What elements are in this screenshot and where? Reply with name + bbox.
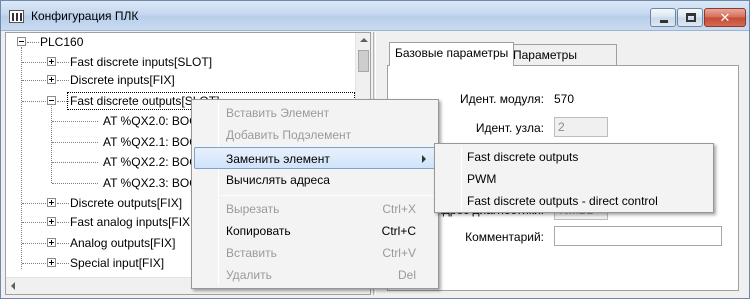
submenu-arrow-icon xyxy=(422,155,426,163)
menu-paste[interactable]: Вставить Ctrl+V xyxy=(194,242,436,264)
app-icon xyxy=(9,10,24,23)
collapse-icon[interactable] xyxy=(47,96,56,105)
expand-icon[interactable] xyxy=(47,198,56,207)
scroll-left-icon[interactable] xyxy=(11,282,15,290)
tree-root[interactable]: PLC160 xyxy=(6,33,346,51)
minimize-icon xyxy=(660,20,668,23)
tab-base-params[interactable]: Базовые параметры xyxy=(389,42,515,66)
maximize-icon xyxy=(686,13,696,22)
maximize-button[interactable] xyxy=(677,8,703,27)
menu-replace-element[interactable]: Заменить элемент xyxy=(194,147,436,169)
node-id-field[interactable]: 2 xyxy=(554,117,608,137)
scroll-up-icon[interactable] xyxy=(360,38,368,42)
menu-calc-addresses[interactable]: Вычислять адреса xyxy=(194,169,436,191)
close-button[interactable]: ✕ xyxy=(704,8,746,27)
title-bar[interactable]: Конфигурация ПЛК ✕ xyxy=(1,1,749,31)
replace-submenu: Fast discrete outputs PWM Fast discrete … xyxy=(434,143,714,213)
menu-insert-element[interactable]: Вставить Элемент xyxy=(194,102,436,124)
expand-icon[interactable] xyxy=(47,217,56,226)
minimize-button[interactable] xyxy=(650,8,676,27)
scroll-thumb[interactable] xyxy=(358,50,369,72)
context-menu: Вставить Элемент Добавить Подэлемент Зам… xyxy=(191,99,439,289)
submenu-fast-discrete-direct[interactable]: Fast discrete outputs - direct control xyxy=(467,190,658,212)
comment-field[interactable] xyxy=(554,226,722,246)
tree-item-fast-discrete-inputs[interactable]: Fast discrete inputs[SLOT] xyxy=(6,53,346,71)
collapse-icon[interactable] xyxy=(17,37,26,46)
menu-copy[interactable]: Копировать Ctrl+C xyxy=(194,220,436,242)
close-icon: ✕ xyxy=(719,10,731,25)
expand-icon[interactable] xyxy=(47,238,56,247)
expand-icon[interactable] xyxy=(47,258,56,267)
tab-module-params[interactable]: Параметры модуля xyxy=(507,44,617,82)
submenu-pwm[interactable]: PWM xyxy=(467,168,496,190)
menu-add-subelement[interactable]: Добавить Подэлемент xyxy=(194,124,436,146)
expand-icon[interactable] xyxy=(47,57,56,66)
menu-delete[interactable]: Удалить Del xyxy=(194,264,436,286)
tree-root-label: PLC160 xyxy=(40,35,84,49)
menu-cut[interactable]: Вырезать Ctrl+X xyxy=(194,198,436,220)
expand-icon[interactable] xyxy=(47,75,56,84)
module-id-value: 570 xyxy=(554,92,575,106)
tree-item-discrete-inputs[interactable]: Discrete inputs[FIX] xyxy=(6,71,346,89)
menu-separator xyxy=(221,195,434,196)
submenu-fast-discrete-outputs[interactable]: Fast discrete outputs xyxy=(467,146,578,168)
window-title: Конфигурация ПЛК xyxy=(31,9,139,23)
